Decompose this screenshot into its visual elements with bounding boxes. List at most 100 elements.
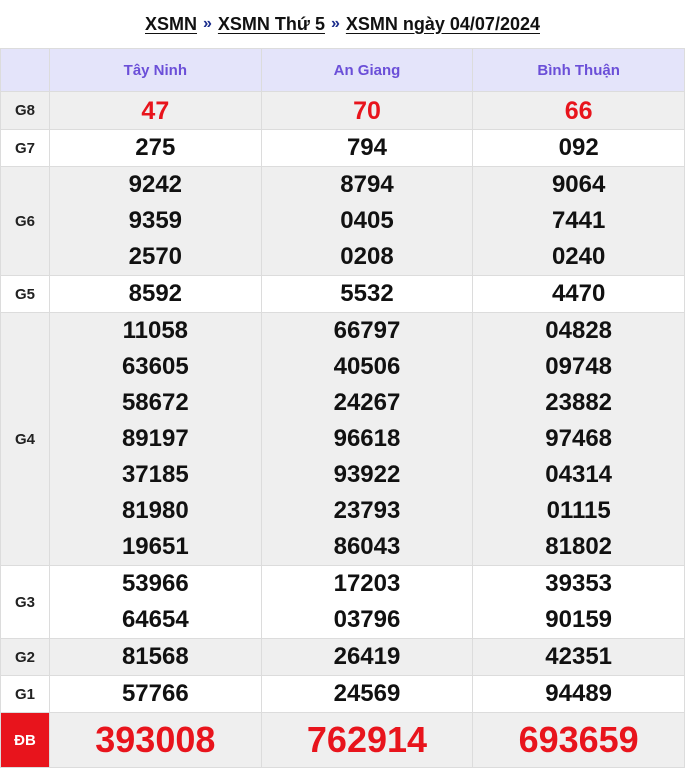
prize-number: 57766 [121, 680, 189, 707]
prize-number: 94489 [545, 680, 613, 707]
prize-number: 40506 [333, 353, 401, 380]
header-corner-cell [0, 48, 50, 92]
prize-label: G1 [0, 675, 50, 713]
prize-label: G3 [0, 565, 50, 639]
breadcrumb-link-xsmn-thu5[interactable]: XSMN Thứ 5 [218, 14, 325, 35]
prize-number: 2570 [128, 243, 183, 270]
prize-cell: 94489 [472, 675, 685, 713]
breadcrumb: XSMN » XSMN Thứ 5 » XSMN ngày 04/07/2024 [0, 0, 685, 48]
prize-cell: 393008 [49, 712, 262, 768]
prize-row-g6: G6 9242 9359 2570 8794 0405 0208 9064 74… [0, 166, 685, 276]
prize-number: 4470 [551, 280, 606, 307]
prize-number: 092 [558, 134, 599, 161]
prize-row-special: ĐB 393008 762914 693659 [0, 712, 685, 768]
prize-number: 8794 [340, 171, 394, 198]
prize-number: 11058 [122, 317, 189, 344]
prize-number: 96618 [333, 425, 401, 452]
prize-number: 275 [135, 134, 176, 161]
prize-number: 81568 [121, 643, 189, 670]
breadcrumb-separator: » [203, 15, 212, 32]
prize-cell: 4470 [472, 275, 685, 313]
prize-number: 39353 [545, 570, 613, 597]
prize-number: 64654 [121, 606, 189, 633]
province-header-binh-thuan: Bình Thuận [472, 48, 685, 92]
prize-number: 90159 [545, 606, 613, 633]
prize-cell: 275 [49, 129, 262, 167]
prize-cell: 794 [260, 129, 474, 167]
table-header-row: Tây Ninh An Giang Bình Thuận [0, 48, 685, 92]
province-header-an-giang: An Giang [260, 48, 474, 92]
prize-cell: 693659 [472, 712, 685, 768]
prize-number: 93922 [333, 461, 401, 488]
prize-number: 0208 [340, 243, 394, 270]
prize-number: 24569 [333, 680, 401, 707]
prize-number: 58672 [121, 389, 189, 416]
prize-cell: 9242 9359 2570 [49, 166, 262, 276]
prize-row-g2: G2 81568 26419 42351 [0, 638, 685, 676]
prize-cell: 04828 09748 23882 97468 04314 01115 8180… [472, 312, 685, 566]
prize-row-g8: G8 47 70 66 [0, 91, 685, 130]
prize-cell: 24569 [260, 675, 474, 713]
prize-number: 23793 [333, 497, 401, 524]
prize-cell: 8592 [49, 275, 262, 313]
prize-number: 9242 [128, 171, 183, 198]
prize-number: 794 [346, 134, 387, 161]
prize-number: 97468 [545, 425, 613, 452]
prize-cell: 57766 [49, 675, 262, 713]
prize-number: 53966 [121, 570, 189, 597]
prize-number: 89197 [121, 425, 189, 452]
prize-cell: 39353 90159 [472, 565, 685, 639]
breadcrumb-link-xsmn[interactable]: XSMN [145, 14, 197, 35]
prize-cell: 762914 [260, 712, 474, 768]
prize-label-special: ĐB [0, 712, 50, 768]
prize-row-g1: G1 57766 24569 94489 [0, 675, 685, 713]
prize-number: 04314 [545, 461, 613, 488]
prize-number: 24267 [333, 389, 401, 416]
prize-cell: 47 [49, 91, 262, 130]
prize-row-g3: G3 53966 64654 17203 03796 39353 90159 [0, 565, 685, 639]
prize-cell: 092 [472, 129, 685, 167]
prize-number: 42351 [545, 643, 613, 670]
prize-number: 81802 [545, 533, 613, 560]
prize-number: 01115 [546, 497, 611, 524]
prize-cell: 66 [472, 91, 685, 130]
prize-number: 86043 [333, 533, 401, 560]
prize-cell: 70 [260, 91, 474, 130]
prize-number: 09748 [545, 353, 613, 380]
prize-number: 04828 [545, 317, 613, 344]
prize-label: G7 [0, 129, 50, 167]
prize-label: G4 [0, 312, 50, 566]
prize-cell: 26419 [260, 638, 474, 676]
breadcrumb-link-xsmn-date[interactable]: XSMN ngày 04/07/2024 [346, 14, 540, 35]
prize-number: 63605 [121, 353, 189, 380]
prize-number: 23882 [545, 389, 613, 416]
prize-number: 8592 [128, 280, 183, 307]
prize-number: 66797 [333, 317, 401, 344]
prize-number: 70 [353, 96, 381, 125]
prize-number: 0240 [551, 243, 606, 270]
prize-number: 19651 [121, 533, 189, 560]
prize-number: 7441 [551, 207, 606, 234]
prize-number: 81980 [121, 497, 189, 524]
prize-number: 26419 [333, 643, 401, 670]
prize-cell: 17203 03796 [260, 565, 474, 639]
results-table: Tây Ninh An Giang Bình Thuận G8 47 70 66… [0, 48, 685, 768]
prize-number: 9359 [128, 207, 183, 234]
special-prize-number: 693659 [518, 719, 639, 760]
prize-number: 03796 [333, 606, 401, 633]
prize-row-g4: G4 11058 63605 58672 89197 37185 81980 1… [0, 312, 685, 566]
prize-label: G2 [0, 638, 50, 676]
prize-label: G5 [0, 275, 50, 313]
prize-number: 17203 [333, 570, 401, 597]
province-header-tay-ninh: Tây Ninh [49, 48, 262, 92]
prize-label: G6 [0, 166, 50, 276]
prize-cell: 5532 [260, 275, 474, 313]
breadcrumb-separator: » [330, 15, 340, 32]
prize-row-g5: G5 8592 5532 4470 [0, 275, 685, 313]
prize-number: 66 [564, 96, 593, 125]
prize-number: 5532 [340, 280, 394, 307]
prize-cell: 42351 [472, 638, 685, 676]
prize-number: 0405 [340, 207, 394, 234]
special-prize-number: 762914 [306, 719, 428, 760]
prize-row-g7: G7 275 794 092 [0, 129, 685, 167]
